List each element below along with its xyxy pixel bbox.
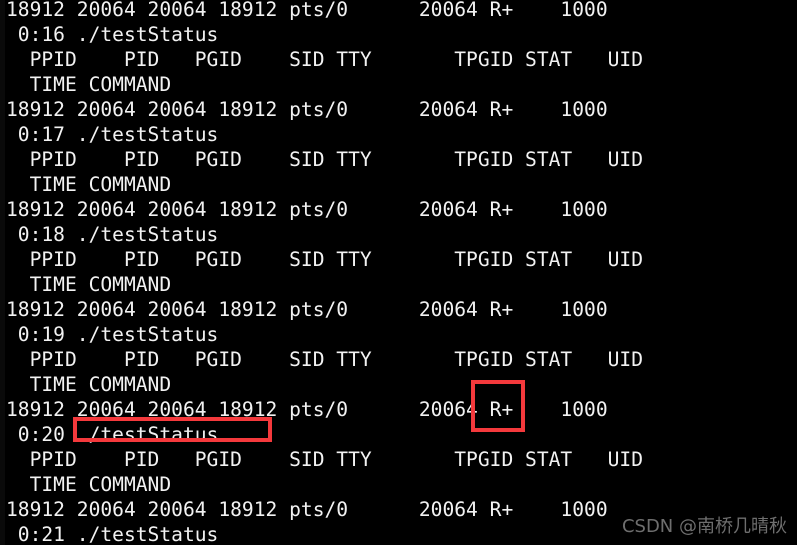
terminal-line: PPID PID PGID SID TTY TPGID STAT UID [6,248,644,271]
terminal-line: 0:20 ./testStatus [6,423,219,446]
terminal-line: TIME COMMAND [6,473,172,496]
terminal-line: TIME COMMAND [6,173,172,196]
terminal-line: 0:16 ./testStatus [6,23,219,46]
terminal-line: 18912 20064 20064 18912 pts/0 20064 R+ 1… [6,498,608,521]
terminal-line: PPID PID PGID SID TTY TPGID STAT UID [6,48,644,71]
terminal-line: 18912 20064 20064 18912 pts/0 20064 R+ 1… [6,198,608,221]
terminal-line: PPID PID PGID SID TTY TPGID STAT UID [6,148,644,171]
terminal-line: 18912 20064 20064 18912 pts/0 20064 R+ 1… [6,98,608,121]
terminal-line: PPID PID PGID SID TTY TPGID STAT UID [6,448,644,471]
terminal-line: 18912 20064 20064 18912 pts/0 20064 R+ 1… [6,0,608,21]
terminal-line: 0:21 ./testStatus [6,523,219,545]
terminal-line: 0:17 ./testStatus [6,123,219,146]
terminal-line: 18912 20064 20064 18912 pts/0 20064 R+ 1… [6,298,608,321]
terminal-window[interactable]: 18912 20064 20064 18912 pts/0 20064 R+ 1… [0,0,797,545]
terminal-line: 18912 20064 20064 18912 pts/0 20064 R+ 1… [6,398,608,421]
terminal-line: TIME COMMAND [6,273,172,296]
terminal-line: PPID PID PGID SID TTY TPGID STAT UID [6,348,644,371]
terminal-line: TIME COMMAND [6,73,172,96]
terminal-line: 0:19 ./testStatus [6,323,219,346]
terminal-screen[interactable]: 18912 20064 20064 18912 pts/0 20064 R+ 1… [0,0,797,545]
terminal-line: 0:18 ./testStatus [6,223,219,246]
terminal-line: TIME COMMAND [6,373,172,396]
